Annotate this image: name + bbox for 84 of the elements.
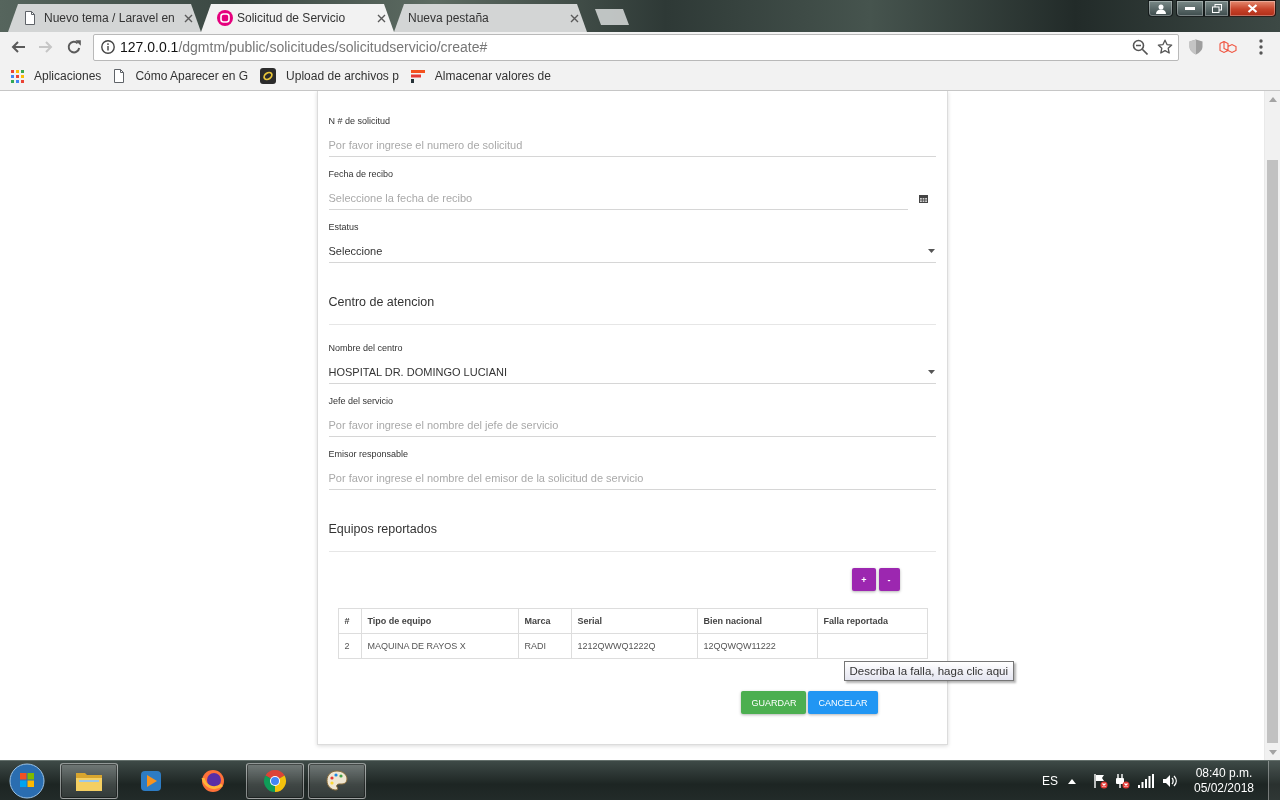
add-row-button[interactable]: +	[852, 568, 876, 591]
input-field[interactable]: Por favor ingrese el numero de solicitud	[328, 134, 936, 157]
field-label: N # de solicitud	[328, 115, 392, 127]
browser-tab[interactable]: Nuevo tema / Laravel en	[8, 4, 201, 32]
logo-icon[interactable]	[1219, 40, 1237, 54]
browser-tab[interactable]: Nueva pestaña	[394, 4, 587, 32]
select-field[interactable]: Seleccione	[328, 240, 936, 263]
field-label: Estatus	[328, 221, 360, 233]
empty-cell[interactable]	[817, 633, 927, 659]
bookmark-link[interactable]: Almacenar valores de	[404, 64, 557, 88]
play-icon	[139, 768, 163, 793]
column-header: Bien nacional	[697, 608, 817, 634]
table-cell: MAQUINA DE RAYOS X	[361, 633, 518, 659]
minimize-icon	[1185, 7, 1195, 10]
field-label: Fecha de recibo	[328, 168, 395, 180]
grid-icon	[11, 69, 24, 83]
plug-icon[interactable]	[1114, 772, 1130, 789]
scrollbar-thumb[interactable]	[1267, 160, 1278, 743]
bookmark-link[interactable]: Cómo Aparecer en G	[107, 64, 255, 88]
signal-icon[interactable]	[1138, 773, 1154, 788]
profile-button[interactable]	[1148, 0, 1173, 17]
menu-icon[interactable]	[1259, 39, 1263, 55]
browser-tab[interactable]: Solicitud de Servicio	[201, 4, 394, 32]
document-icon	[113, 69, 126, 83]
taskbar-button[interactable]	[246, 762, 304, 799]
new-tab-button[interactable]	[595, 9, 629, 25]
ring-icon	[260, 68, 277, 84]
close-icon[interactable]	[377, 13, 386, 23]
restore-button[interactable]	[1204, 0, 1229, 17]
close-icon[interactable]	[570, 13, 579, 23]
field-label: Emisor responsable	[328, 448, 410, 460]
logo-icon	[217, 10, 233, 26]
bars-icon	[410, 69, 425, 83]
caret-icon	[927, 370, 935, 374]
info-icon[interactable]	[101, 40, 115, 54]
bookmark-link[interactable]: Upload de archivos p	[254, 64, 405, 88]
section-heading: Centro de atencion	[328, 294, 436, 311]
scrollbar[interactable]	[1264, 91, 1280, 760]
clock-time[interactable]: 08:40 p.m.	[1195, 765, 1253, 781]
document-icon	[24, 11, 36, 25]
minimize-button[interactable]	[1176, 0, 1204, 17]
arrow-right-icon	[38, 39, 54, 55]
column-header: Marca	[518, 608, 571, 634]
field-label: Nombre del centro	[328, 342, 404, 354]
person-icon	[1155, 3, 1166, 14]
star-icon[interactable]	[1157, 39, 1173, 55]
taskbar-button[interactable]	[308, 762, 366, 799]
table-cell: 2	[338, 633, 361, 659]
tooltip: Describa la falla, haga clic aqui	[843, 661, 1015, 681]
remove-row-button[interactable]: -	[878, 568, 900, 591]
taskbar-button[interactable]	[60, 762, 118, 799]
column-header: Tipo de equipo	[361, 608, 518, 634]
arrow-left-icon	[10, 39, 26, 55]
language-indicator[interactable]: ES	[1042, 773, 1058, 788]
restore-icon	[1211, 4, 1222, 13]
table-cell: RADI	[518, 633, 571, 659]
show-desktop-button[interactable]	[1268, 761, 1280, 800]
caret-icon[interactable]	[1068, 777, 1076, 784]
close-button[interactable]	[1229, 0, 1276, 17]
palette-icon	[325, 769, 349, 792]
flag-icon[interactable]	[1092, 772, 1108, 789]
close-icon	[1247, 4, 1258, 13]
input-field[interactable]: Por favor ingrese el nombre del jefe de servicio	[328, 414, 936, 437]
reload-icon	[66, 39, 82, 55]
globe-icon	[201, 768, 225, 793]
select-field[interactable]: HOSPITAL DR. DOMINGO LUCIANI	[328, 361, 936, 384]
caret-icon	[927, 249, 935, 253]
wheel-icon	[263, 768, 287, 793]
zoom-out-icon[interactable]	[1132, 39, 1148, 55]
table-cell: 1212QWWQ1222Q	[571, 633, 697, 659]
column-header: Serial	[571, 608, 697, 634]
clock-date[interactable]: 05/02/2018	[1193, 780, 1255, 796]
field-label: Jefe del servicio	[328, 395, 395, 407]
bookmark-link[interactable]: Aplicaciones	[5, 64, 108, 88]
column-header: #	[338, 608, 361, 634]
section-heading: Equipos reportados	[328, 521, 438, 538]
calendar-icon[interactable]	[918, 194, 928, 203]
table-cell: 12QQWQW11222	[697, 633, 817, 659]
input-field[interactable]: Por favor ingrese el nombre del emisor de la solicitud de servicio	[328, 467, 936, 490]
column-header: Falla reportada	[817, 608, 927, 634]
input-field[interactable]: Seleccione la fecha de recibo	[328, 187, 908, 210]
address-bar[interactable]: 127.0.0.1/dgmtm/public/solicitudes/solicitudservicio/create#	[93, 33, 1179, 61]
start-button[interactable]	[9, 762, 45, 799]
close-icon[interactable]	[184, 13, 193, 23]
